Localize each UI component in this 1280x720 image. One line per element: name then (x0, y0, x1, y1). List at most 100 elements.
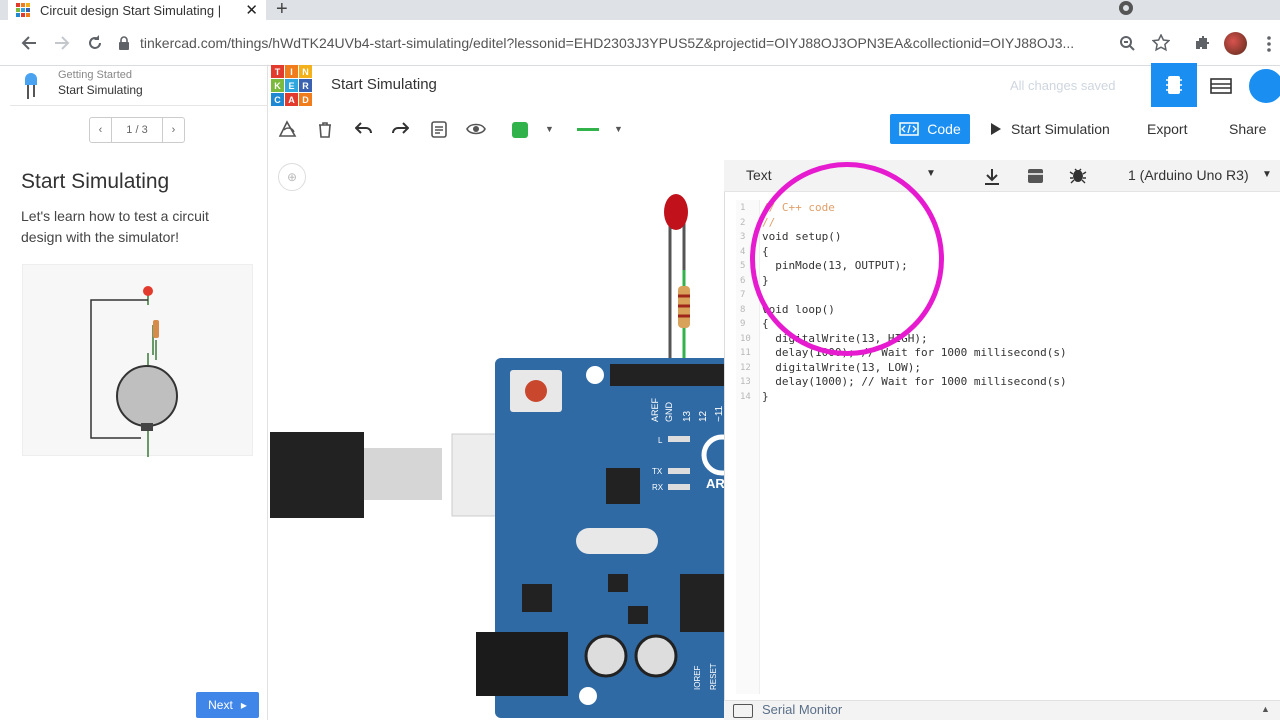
wire-color-swatch[interactable] (512, 122, 528, 138)
pager-prev-button[interactable]: ‹ (90, 118, 112, 142)
line-number: 14 (740, 391, 751, 402)
browser-profile-avatar[interactable] (1224, 32, 1247, 55)
tab-title: Circuit design Start Simulating | (40, 2, 222, 18)
serial-monitor-label[interactable]: Serial Monitor (762, 702, 842, 717)
pager-next-button[interactable]: › (162, 118, 184, 142)
logo-letter: I (285, 65, 298, 78)
lesson-section: Getting Started (58, 69, 132, 81)
line-number: 8 (740, 304, 746, 315)
component-list-icon[interactable] (1210, 78, 1232, 94)
code-line[interactable]: 12 digitalWrite(13, LOW); (740, 361, 1067, 376)
redo-icon[interactable] (391, 122, 409, 136)
next-button-label: Next (208, 698, 233, 712)
line-text: delay(1000); // Wait for 1000 millisecon… (762, 346, 1067, 359)
mounting-hole-2 (579, 687, 597, 705)
code-icon (899, 122, 920, 136)
led-label-tx: TX (652, 467, 663, 476)
close-tab-icon[interactable]: ✕ (245, 1, 258, 19)
serial-expand-icon[interactable]: ▲ (1261, 704, 1270, 714)
mounting-hole (586, 366, 604, 384)
pager-current: 1 / 3 (126, 124, 148, 136)
forward-icon[interactable] (53, 34, 71, 52)
back-icon[interactable] (20, 34, 38, 52)
led-rx-indicator (668, 484, 690, 490)
lesson-preview-image (22, 264, 253, 468)
code-button[interactable]: Code (890, 114, 970, 144)
code-line[interactable]: 13 delay(1000); // Wait for 1000 millise… (740, 375, 1067, 390)
wire-type-dropdown-icon[interactable]: ▼ (614, 124, 623, 134)
brand-text: AR (706, 476, 724, 491)
save-status: All changes saved (1010, 78, 1116, 93)
highlight-circle-annotation (750, 162, 944, 356)
line-number: 11 (740, 348, 751, 358)
rotate-icon[interactable] (278, 120, 298, 138)
line-number: 13 (740, 377, 751, 387)
delete-icon[interactable] (317, 121, 333, 138)
download-icon[interactable] (984, 168, 1000, 185)
zoom-icon[interactable] (1119, 35, 1135, 51)
play-icon (991, 123, 1001, 135)
libraries-icon[interactable] (1027, 168, 1044, 184)
line-text: delay(1000); // Wait for 1000 millisecon… (762, 375, 1067, 388)
logo-letter: D (299, 93, 312, 106)
browser-menu-icon[interactable] (1266, 36, 1272, 52)
circuit-view-button[interactable] (1151, 63, 1197, 107)
lock-icon (119, 36, 129, 50)
small-chip (608, 574, 628, 592)
tinkercad-logo[interactable]: T I N K E R C A D (271, 65, 312, 106)
usb-chip (606, 468, 640, 504)
lesson-pager: ‹ 1 / 3 › (89, 117, 185, 143)
microcontroller-chip (680, 574, 724, 632)
reset-cap (525, 380, 547, 402)
code-button-label: Code (927, 121, 961, 137)
code-line[interactable]: 14} (740, 390, 1067, 405)
logo-letter: E (285, 79, 298, 92)
address-bar[interactable]: tinkercad.com/things/hWdTK24UVb4-start-s… (118, 27, 1174, 59)
next-button[interactable]: Next ▸ (196, 692, 259, 718)
led-l-indicator (668, 436, 690, 442)
circuit-workplane[interactable]: AREF GND 13 12 ~11 L TX RX AR IOREF RESE… (270, 160, 743, 720)
bookmark-star-icon[interactable] (1152, 34, 1170, 52)
led-label-l: L (658, 436, 663, 445)
project-title[interactable]: Start Simulating (331, 76, 437, 93)
start-simulation-button[interactable]: Start Simulation (991, 121, 1110, 137)
code-mode-select[interactable]: Text (746, 167, 772, 183)
line-number: 9 (740, 319, 746, 329)
debugger-bug-icon[interactable] (1069, 166, 1087, 184)
pin-label-reset: RESET (709, 663, 718, 690)
extensions-icon[interactable] (1193, 34, 1211, 52)
reload-icon[interactable] (86, 34, 104, 52)
crystal-oscillator (576, 528, 658, 554)
logo-letter: N (299, 65, 312, 78)
user-avatar[interactable] (1246, 66, 1280, 106)
code-line[interactable]: 11 delay(1000); // Wait for 1000 millise… (740, 346, 1067, 361)
device-dropdown-icon[interactable]: ▼ (1262, 169, 1272, 180)
export-button[interactable]: Export (1147, 121, 1187, 137)
visibility-eye-icon[interactable] (466, 122, 486, 136)
small-component (628, 606, 648, 624)
logo-letter: T (271, 65, 284, 78)
pin-label-ioref: IOREF (693, 665, 702, 690)
new-tab-button[interactable]: + (276, 0, 288, 21)
line-number: 12 (740, 362, 751, 373)
undo-icon[interactable] (355, 122, 373, 136)
line-text: digitalWrite(13, LOW); (762, 360, 921, 374)
share-button[interactable]: Share (1229, 121, 1266, 137)
color-dropdown-icon[interactable]: ▼ (545, 124, 554, 134)
led-tx-indicator (668, 468, 690, 474)
zoom-fit-button[interactable]: ⊕ (278, 163, 306, 191)
led-label-rx: RX (652, 483, 664, 492)
wire-type-swatch[interactable] (577, 128, 599, 131)
led[interactable] (664, 194, 688, 230)
mode-dropdown-icon[interactable]: ▼ (926, 168, 936, 179)
logo-letter: C (271, 93, 284, 106)
notes-icon[interactable] (431, 121, 447, 138)
browser-tab[interactable]: Circuit design Start Simulating | ✕ (8, 0, 266, 20)
chrome-media-icon[interactable] (1118, 0, 1134, 16)
logo-letter: K (271, 79, 284, 92)
url-text: tinkercad.com/things/hWdTK24UVb4-start-s… (140, 35, 1075, 51)
tinkercad-favicon-icon (16, 3, 30, 17)
usb-cable-plug (270, 432, 364, 518)
device-select[interactable]: 1 (Arduino Uno R3) (1128, 167, 1249, 183)
usb-cable-neck (364, 448, 442, 500)
